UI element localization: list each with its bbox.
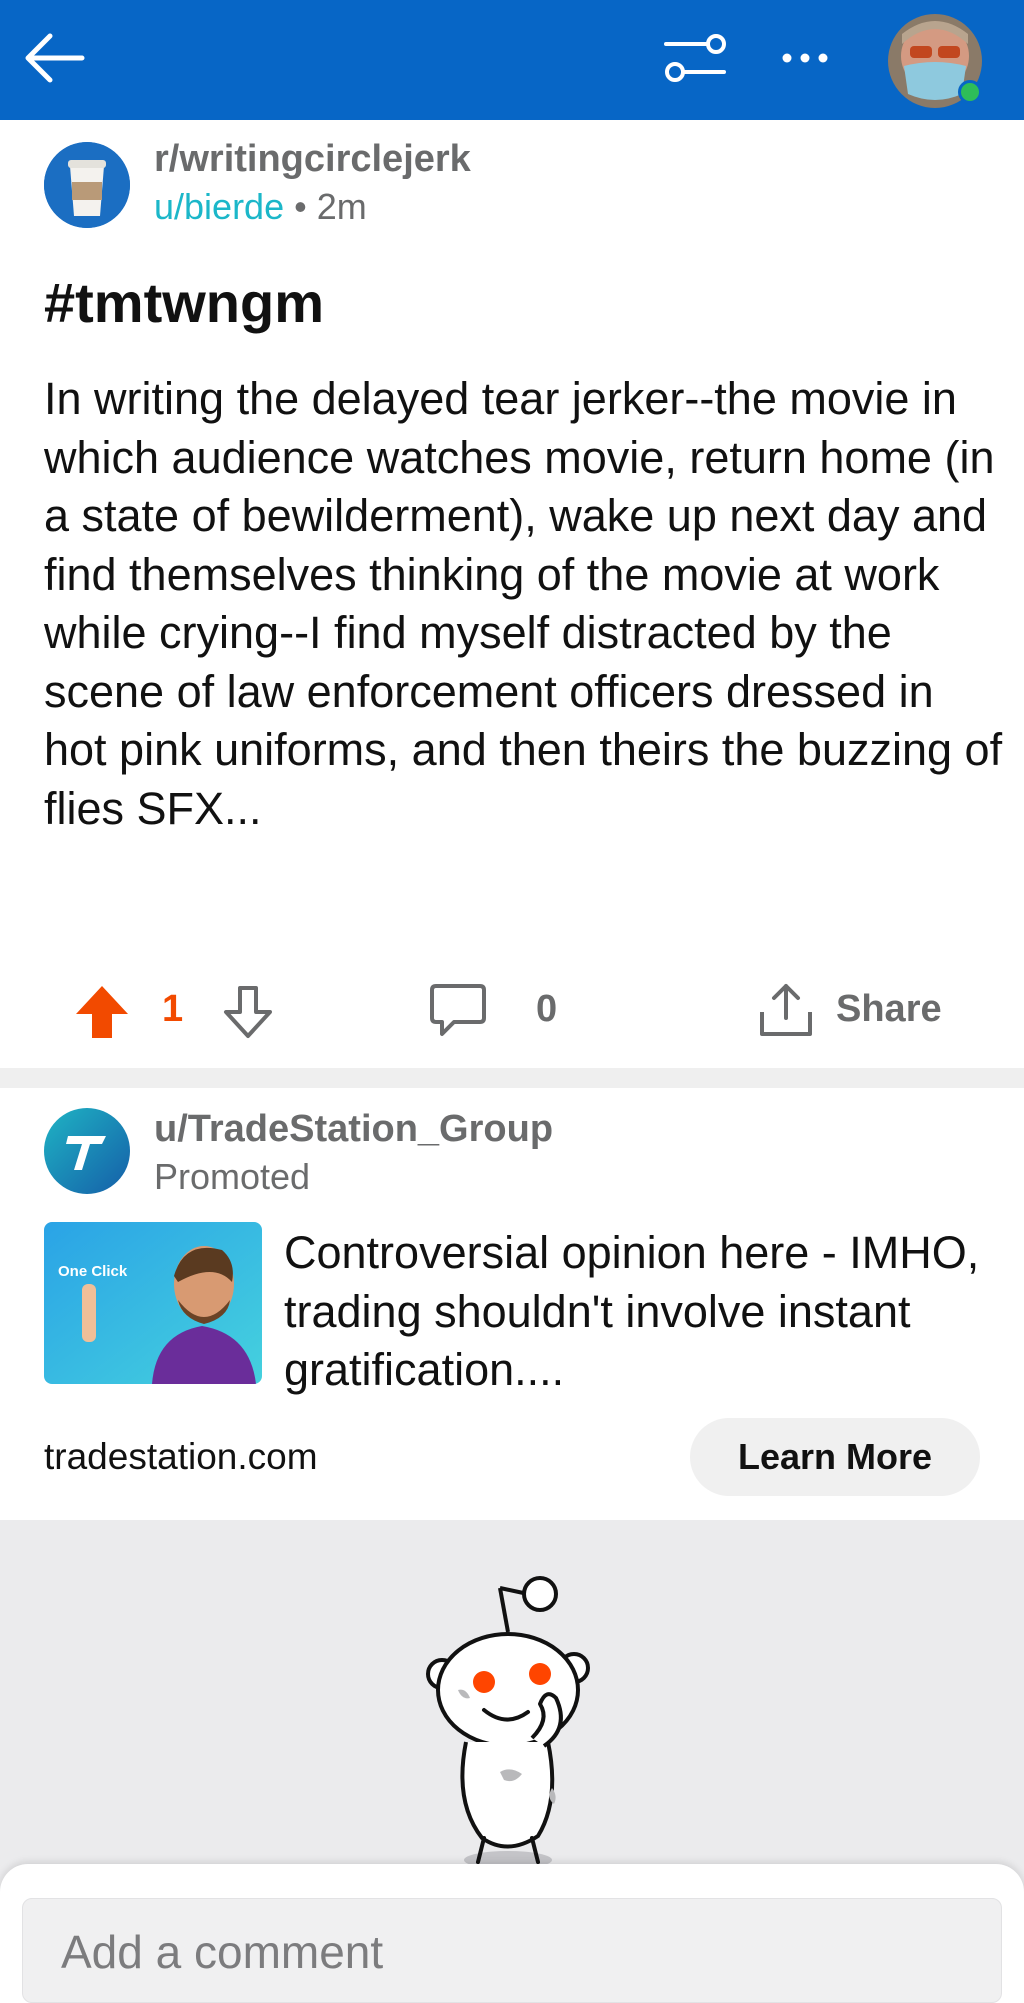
share-upload-icon xyxy=(760,984,812,1036)
online-status-dot xyxy=(958,80,982,104)
tradestation-logo-icon xyxy=(44,1108,130,1194)
ad-domain[interactable]: tradestation.com xyxy=(44,1436,318,1478)
share-label: Share xyxy=(836,988,942,1030)
filter-sliders-icon xyxy=(664,34,726,82)
meta-separator: • xyxy=(294,186,307,227)
downvote-arrow-icon xyxy=(224,986,272,1038)
advertiser-name[interactable]: u/TradeStation_Group xyxy=(154,1108,553,1151)
coffee-cup-icon xyxy=(44,142,130,228)
share-button[interactable]: Share xyxy=(752,976,992,1046)
downvote-button[interactable] xyxy=(218,982,278,1042)
post-actions: 1 0 Share xyxy=(0,970,1024,1054)
feed-separator xyxy=(0,1068,1024,1088)
filter-button[interactable] xyxy=(660,28,730,88)
snoo-mascot-illustration xyxy=(426,1576,590,1869)
post-card: r/writingcirclejerk u/bierde • 2m #tmtwn… xyxy=(0,120,1024,1068)
comments-button[interactable] xyxy=(428,980,488,1040)
post-title: #tmtwngm xyxy=(44,271,324,334)
upvote-button[interactable] xyxy=(72,982,132,1042)
ad-image-text: One Click xyxy=(58,1263,128,1280)
post-body: In writing the delayed tear jerker--the … xyxy=(44,373,1003,834)
promoted-post[interactable]: u/TradeStation_Group Promoted One Click … xyxy=(0,1088,1024,1520)
comment-placeholder: Add a comment xyxy=(61,1926,384,1978)
add-comment-input[interactable]: Add a comment xyxy=(22,1898,1002,2003)
promoted-label: Promoted xyxy=(154,1156,311,1197)
more-options-button[interactable] xyxy=(775,36,835,80)
learn-more-button[interactable]: Learn More xyxy=(690,1418,980,1496)
post-meta: u/bierde • 2m xyxy=(154,186,367,228)
subreddit-name[interactable]: r/writingcirclejerk xyxy=(154,138,471,181)
post-author[interactable]: u/bierde xyxy=(154,186,284,227)
post-time: 2m xyxy=(316,186,367,227)
top-bar xyxy=(0,0,1024,120)
ad-thumbnail[interactable]: One Click xyxy=(44,1222,262,1384)
comment-bubble-icon xyxy=(430,984,486,1036)
subreddit-icon[interactable] xyxy=(44,142,130,228)
back-arrow-icon xyxy=(25,33,85,83)
comment-bar: Add a comment xyxy=(0,1864,1024,2003)
comment-count: 0 xyxy=(536,988,558,1030)
upvote-arrow-icon xyxy=(76,986,128,1038)
more-dots-icon xyxy=(782,53,828,63)
ad-image: One Click xyxy=(44,1222,262,1384)
back-button[interactable] xyxy=(20,22,92,94)
vote-count: 1 xyxy=(162,988,184,1030)
advertiser-icon[interactable] xyxy=(44,1108,130,1194)
ad-headline[interactable]: Controversial opinion here - IMHO, tradi… xyxy=(284,1224,1004,1400)
